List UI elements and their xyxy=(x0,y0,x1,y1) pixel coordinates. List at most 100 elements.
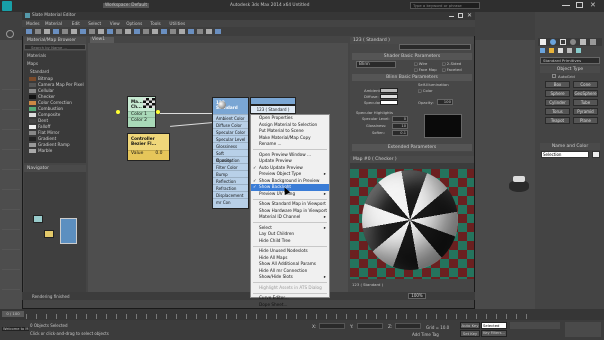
zoom-field[interactable]: 100% xyxy=(408,293,426,299)
create-sphere-button[interactable]: Sphere xyxy=(545,90,570,97)
minimize-icon[interactable] xyxy=(562,5,570,6)
create-plane-button[interactable]: Plane xyxy=(573,117,598,124)
create-cone-button[interactable]: Cone xyxy=(573,81,598,88)
checker-input-socket[interactable] xyxy=(116,110,120,114)
material-slot[interactable]: Ambient Color xyxy=(213,114,248,121)
sme-menu-edit[interactable]: Edit xyxy=(72,21,80,26)
object-name-field[interactable]: Selection xyxy=(541,151,589,158)
sme-tool-icon[interactable] xyxy=(152,29,158,34)
shader-basic-rollout[interactable]: Shader Basic Parameters xyxy=(352,53,472,60)
controller-node[interactable]: Controller Bezier Fl... Value 0.0 xyxy=(127,133,170,161)
create-category-icons[interactable] xyxy=(540,48,600,54)
material-slot[interactable]: Glossiness xyxy=(213,142,248,149)
param-editor-header[interactable]: 123 ( Standard ) xyxy=(350,37,474,44)
color-checkbox[interactable]: □ Color xyxy=(418,88,433,93)
sme-menu-modes[interactable]: Modes xyxy=(26,21,40,26)
browser-map-item[interactable]: Marble xyxy=(26,148,86,154)
sme-tool-icon[interactable] xyxy=(44,29,50,34)
browser-section-standard[interactable]: Standard xyxy=(30,69,49,74)
autogrid-check-icon[interactable] xyxy=(552,74,556,78)
sme-menu-select[interactable]: Select xyxy=(88,21,101,26)
extended-params-rollout[interactable]: Extended Parameters xyxy=(352,144,472,151)
selected-dropdown[interactable]: Selected xyxy=(481,322,507,329)
create-torus-button[interactable]: Torus xyxy=(545,108,570,115)
motion-tab-icon[interactable] xyxy=(570,39,576,45)
ambient-swatch[interactable] xyxy=(380,88,398,93)
preview-header[interactable]: Map #0 ( Checker ) xyxy=(350,156,474,163)
material-slot[interactable]: Filter Color xyxy=(213,163,248,170)
create-geosphere-button[interactable]: GeoSphere xyxy=(573,90,598,97)
search-box[interactable]: Type a keyword or phrase xyxy=(410,2,480,9)
sme-menu-utilities[interactable]: Utilities xyxy=(169,21,185,26)
sme-tool-icon[interactable] xyxy=(98,29,104,34)
maxscript-listener[interactable]: Welcome to M xyxy=(2,327,30,331)
command-panel-tabs[interactable] xyxy=(538,38,602,46)
sme-tool-icon[interactable] xyxy=(53,29,59,34)
material-name-dropdown[interactable] xyxy=(399,44,471,50)
viewport-nav-controls[interactable] xyxy=(565,322,601,337)
sme-minimize-icon[interactable] xyxy=(449,16,454,17)
menu-item[interactable]: Rename ... xyxy=(251,141,329,148)
create-box-button[interactable]: Box xyxy=(545,81,570,88)
autogrid-checkbox[interactable]: AutoGrid xyxy=(552,74,575,79)
sme-menu-view[interactable]: View xyxy=(110,21,120,26)
sme-tool-icon[interactable] xyxy=(179,29,185,34)
x-field[interactable] xyxy=(319,323,345,329)
sme-tool-icon[interactable] xyxy=(107,29,113,34)
sme-menu-tools[interactable]: Tools xyxy=(150,21,160,26)
glossiness-spinner[interactable]: 10 xyxy=(392,123,408,129)
checker-color2-slot[interactable]: Color 2 xyxy=(128,117,155,123)
sme-tool-icon[interactable] xyxy=(71,29,77,34)
setkey-button[interactable]: Set Key xyxy=(460,330,480,337)
perspective-viewport[interactable] xyxy=(475,40,535,320)
create-pyramid-button[interactable]: Pyramid xyxy=(573,108,598,115)
modify-tab-icon[interactable] xyxy=(550,39,556,45)
sme-tool-icon[interactable] xyxy=(134,29,140,34)
navigator-header[interactable]: Navigator xyxy=(24,165,86,172)
shader-type-dropdown[interactable]: Blinn xyxy=(356,61,396,68)
z-field[interactable] xyxy=(395,323,421,329)
object-color-swatch[interactable] xyxy=(592,151,600,158)
primitive-dropdown[interactable]: Standard Primitives xyxy=(540,57,600,64)
material-slot[interactable]: Specular Level xyxy=(213,135,248,142)
sme-menu-material[interactable]: Material xyxy=(45,21,62,26)
keyfilters-button[interactable]: Key Filters... xyxy=(481,330,507,337)
twosided-checkbox[interactable]: □ 2-Sided xyxy=(442,61,461,66)
sme-tool-icon[interactable] xyxy=(62,29,68,34)
create-tab-icon[interactable] xyxy=(540,39,546,45)
sme-tool-icon[interactable] xyxy=(161,29,167,34)
utilities-tab-icon[interactable] xyxy=(590,39,596,45)
material-slot[interactable]: mr Con xyxy=(213,198,248,205)
blinn-basic-rollout[interactable]: Blinn Basic Parameters xyxy=(352,74,472,81)
sme-tool-icon[interactable] xyxy=(35,29,41,34)
name-color-rollout[interactable]: Name and Color xyxy=(540,143,600,150)
material-slot[interactable]: Specular Color xyxy=(213,128,248,135)
menu-item[interactable]: Hide Child Tree xyxy=(251,238,329,245)
frame-indicator[interactable]: 0 / 100 xyxy=(2,311,24,317)
autokey-button[interactable]: Auto Key xyxy=(460,322,480,329)
maximize-icon[interactable] xyxy=(576,2,583,8)
menu-item[interactable]: Material ID Channel ▸ xyxy=(251,214,329,221)
hierarchy-tab-icon[interactable] xyxy=(560,39,566,45)
material-slot[interactable]: Diffuse Color xyxy=(213,121,248,128)
facemap-checkbox[interactable]: □ Face Map xyxy=(414,67,437,72)
display-tab-icon[interactable] xyxy=(580,39,586,45)
undo-icon[interactable] xyxy=(6,30,14,38)
sme-titlebar[interactable]: Slate Material Editor ✕ xyxy=(22,12,475,20)
close-icon[interactable]: ✕ xyxy=(590,1,596,9)
opacity-spinner[interactable]: 100 xyxy=(437,99,453,105)
browser-section-materials[interactable]: Materials xyxy=(27,53,46,58)
sme-tool-icon[interactable] xyxy=(188,29,194,34)
add-time-tag[interactable]: Add Time Tag xyxy=(412,332,439,337)
material-slot[interactable]: Opacity xyxy=(213,156,248,163)
diffuse-swatch[interactable] xyxy=(380,94,398,99)
faceted-checkbox[interactable]: □ Faceted xyxy=(442,67,462,72)
browser-section-maps[interactable]: Maps xyxy=(27,61,38,66)
material-slot[interactable]: Bump xyxy=(213,170,248,177)
browser-header[interactable]: Material/Map Browser xyxy=(24,37,86,44)
wire-checkbox[interactable]: □ Wire xyxy=(414,61,427,66)
sme-maximize-icon[interactable] xyxy=(458,13,463,18)
sme-tool-icon[interactable] xyxy=(80,29,86,34)
controller-value-slot[interactable]: Value 0.0 xyxy=(128,150,169,156)
y-field[interactable] xyxy=(357,323,383,329)
